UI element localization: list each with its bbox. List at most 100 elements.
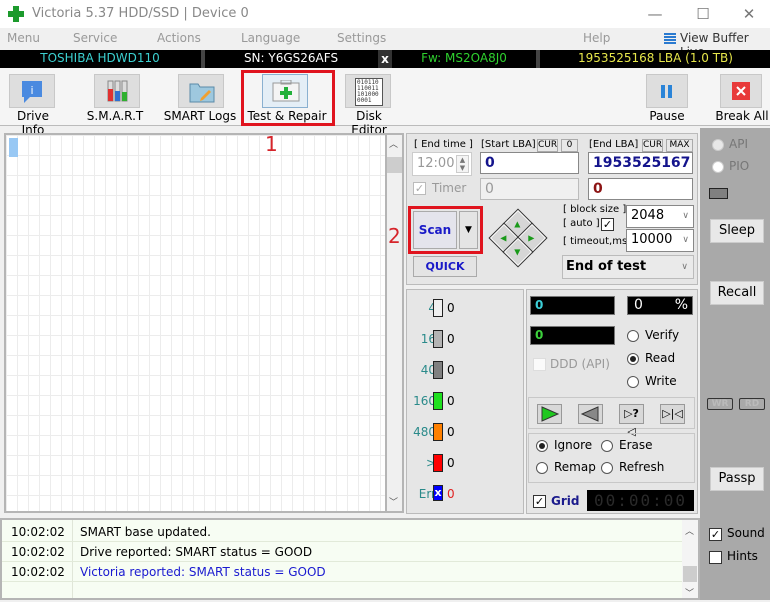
menu-settings[interactable]: Settings — [337, 31, 386, 45]
refresh-radio[interactable] — [601, 462, 613, 474]
block-size-select[interactable]: 2048 ∨ — [626, 205, 694, 228]
chevron-down-icon: ∨ — [682, 235, 689, 245]
erase-radio[interactable] — [601, 440, 613, 452]
start-lba-zero-button[interactable]: 0 — [561, 139, 578, 152]
legend-count: 0 — [447, 363, 455, 377]
app-logo-icon — [8, 6, 24, 22]
menu-help[interactable]: Help — [583, 31, 610, 45]
timer-checkbox[interactable]: ✓ — [413, 182, 426, 195]
folder-icon — [189, 83, 215, 103]
title-bar: Victoria 5.37 HDD/SSD | Device 0 — ☐ ✕ — [0, 0, 770, 28]
start-lba-cur-button[interactable]: CUR — [537, 139, 558, 152]
scroll-up-icon[interactable]: ︿ — [389, 137, 398, 150]
percent-display: 0 % — [627, 296, 693, 315]
scan-button[interactable]: Scan — [413, 211, 457, 249]
scroll-down-icon[interactable]: ﹀ — [685, 586, 694, 599]
break-all-label: Break All — [715, 109, 769, 123]
scan-dropdown-button[interactable]: ▼ — [459, 211, 478, 249]
end-lba-cur-button[interactable]: CUR — [642, 139, 663, 152]
minimize-button[interactable]: — — [632, 0, 678, 28]
pause-icon — [661, 85, 672, 98]
refresh-label: Refresh — [619, 460, 665, 474]
timeout-select[interactable]: 10000 ∨ — [626, 229, 694, 252]
test-repair-button[interactable] — [262, 74, 308, 108]
scroll-thumb[interactable] — [387, 157, 402, 173]
play-forward-button[interactable] — [537, 404, 562, 424]
smart-button[interactable] — [94, 74, 140, 108]
read-radio[interactable] — [627, 353, 639, 365]
log-time: 10:02:02 — [11, 545, 65, 559]
remap-radio[interactable] — [536, 462, 548, 474]
read-label: Read — [645, 351, 676, 365]
start-lba-input[interactable]: 0 — [480, 152, 579, 174]
ddd-api-checkbox[interactable] — [533, 358, 546, 371]
play-backward-button[interactable] — [578, 404, 603, 424]
end-lba-max-button[interactable]: MAX — [666, 139, 693, 152]
block-size-value: 2048 — [631, 208, 665, 223]
timeout-value: 10000 — [631, 232, 673, 247]
legend-label: 4 — [406, 301, 436, 315]
scroll-up-icon[interactable]: ︿ — [685, 524, 694, 537]
disk-editor-button[interactable]: 010110 110011 101000 0001 — [345, 74, 391, 108]
log-scrollbar[interactable]: ︿ ﹀ — [682, 520, 698, 599]
log-message: Drive reported: SMART status = GOOD — [80, 545, 313, 559]
quick-button[interactable]: QUICK — [413, 256, 477, 277]
ddd-api-label: DDD (API) — [550, 357, 610, 371]
break-all-button[interactable] — [720, 74, 762, 108]
log-row: 10:02:02 Drive reported: SMART status = … — [2, 542, 682, 562]
end-action-select[interactable]: End of test ∨ — [562, 255, 694, 279]
write-label: Write — [645, 374, 677, 388]
close-button[interactable]: ✕ — [726, 0, 770, 28]
hints-checkbox[interactable] — [709, 551, 722, 564]
pause-label: Pause — [649, 109, 685, 123]
menu-actions[interactable]: Actions — [157, 31, 201, 45]
side-panel — [700, 128, 770, 518]
ignore-radio[interactable] — [536, 440, 548, 452]
scroll-thumb[interactable] — [683, 566, 697, 582]
pio-label: PIO — [729, 159, 750, 173]
end-time-spinner[interactable]: ▲ ▼ — [456, 155, 469, 173]
legend-row: 4 0 — [404, 297, 524, 319]
percent-sign: % — [674, 297, 688, 313]
api-radio[interactable] — [712, 139, 724, 151]
verify-label: Verify — [645, 328, 680, 342]
map-scrollbar[interactable]: ︿ ﹀ — [387, 133, 404, 513]
recall-button[interactable]: Recall — [710, 281, 764, 305]
legend-count: 0 — [447, 456, 455, 470]
first-aid-kit-icon — [272, 80, 300, 102]
verify-radio[interactable] — [627, 330, 639, 342]
menu-service[interactable]: Service — [73, 31, 117, 45]
legend-color-swatch — [433, 361, 443, 379]
write-radio[interactable] — [627, 376, 639, 388]
drive-info-button[interactable]: i — [9, 74, 55, 108]
legend-row: 160 0 — [404, 390, 524, 412]
toolbar: i Drive Info S.M.A.R.T SMART Logs Test &… — [0, 68, 770, 137]
random-seek-button[interactable]: ▷?◁ — [619, 404, 644, 438]
grid-checkbox[interactable]: ✓ — [533, 495, 546, 508]
legend-count: 0 — [447, 487, 455, 501]
smart-logs-button[interactable] — [178, 74, 224, 108]
sleep-button[interactable]: Sleep — [710, 219, 764, 243]
auto-checkbox[interactable]: ✓ — [601, 218, 614, 231]
sound-checkbox[interactable]: ✓ — [709, 528, 722, 541]
log-row: 10:02:02 Victoria reported: SMART status… — [2, 562, 682, 582]
drive-model: TOSHIBA HDWD110 — [40, 51, 160, 65]
menu-language[interactable]: Language — [241, 31, 300, 45]
pio-radio[interactable] — [712, 161, 724, 173]
close-drive-button[interactable]: x — [378, 50, 392, 68]
scroll-down-icon[interactable]: ﹀ — [389, 495, 398, 508]
chevron-down-icon: ∨ — [682, 211, 689, 221]
legend-label: 40 — [420, 363, 436, 377]
elapsed-timer: 00:00:00 — [587, 490, 694, 511]
smart-label: S.M.A.R.T — [86, 109, 144, 123]
drive-serial: SN: Y6GS26AFS — [243, 51, 339, 65]
menu-menu[interactable]: Menu — [7, 31, 40, 45]
percent-value: 0 — [634, 297, 643, 313]
butterfly-button[interactable]: ▷|◁ — [660, 404, 685, 424]
pause-button[interactable] — [646, 74, 688, 108]
legend-count: 0 — [447, 332, 455, 346]
end-lba-input[interactable]: 1953525167 — [588, 152, 693, 174]
log-row: 10:02:02 SMART base updated. — [2, 522, 682, 542]
passp-button[interactable]: Passp — [710, 467, 764, 491]
maximize-button[interactable]: ☐ — [680, 0, 726, 28]
